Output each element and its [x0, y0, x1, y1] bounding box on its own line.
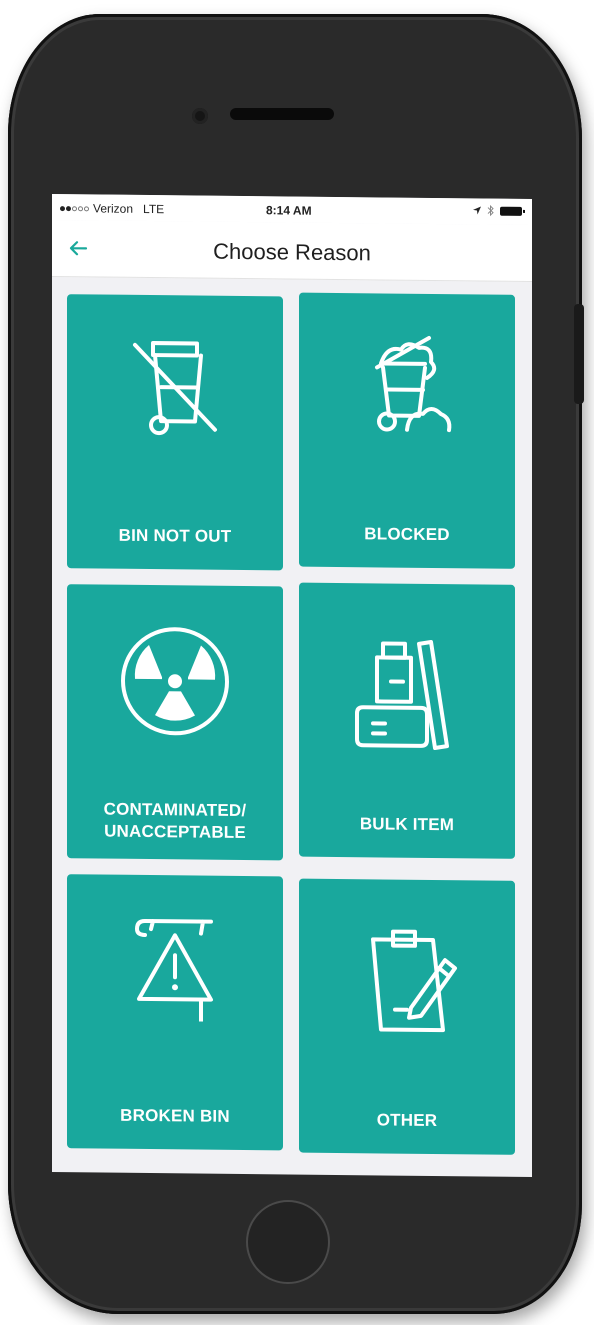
reason-tile-other[interactable]: OTHER	[299, 878, 515, 1155]
reason-tile-blocked[interactable]: BLOCKED	[299, 292, 515, 569]
reason-tile-broken-bin[interactable]: BROKEN BIN	[67, 874, 283, 1151]
blocked-bin-icon	[375, 335, 452, 433]
broken-bin-warning-icon	[135, 918, 213, 1022]
bluetooth-icon	[487, 204, 494, 217]
reason-label: BLOCKED	[364, 524, 450, 545]
battery-icon	[500, 206, 522, 216]
earpiece-speaker	[230, 108, 334, 120]
navigation-bar: Choose Reason	[52, 220, 532, 283]
reason-label: BIN NOT OUT	[118, 525, 232, 546]
reason-tile-bulk-item[interactable]: BULK ITEM	[299, 582, 515, 859]
reason-label: CONTAMINATED/ UNACCEPTABLE	[103, 799, 247, 843]
status-left: Verizon LTE	[60, 201, 164, 216]
power-button	[574, 304, 584, 404]
reason-label: OTHER	[376, 1110, 438, 1131]
reason-label: BULK ITEM	[359, 814, 455, 835]
location-arrow-icon	[473, 206, 481, 215]
bin-crossed-icon	[133, 341, 217, 436]
bulk-boxes-icon	[355, 639, 449, 751]
network-type: LTE	[143, 201, 165, 217]
reason-tile-contaminated[interactable]: CONTAMINATED/ UNACCEPTABLE	[67, 584, 283, 861]
reason-tile-bin-not-out[interactable]: BIN NOT OUT	[67, 294, 283, 571]
status-right	[472, 204, 522, 217]
reason-grid: BIN NOT OUT BLOCKED CONTAMINATED/ UNACCE…	[67, 292, 519, 1155]
clipboard-pencil-icon	[371, 929, 457, 1033]
app-screen: Verizon LTE 8:14 AM Choose Reason BIN NO…	[52, 194, 532, 1178]
signal-strength-icon	[60, 205, 89, 211]
radiation-icon	[121, 627, 229, 736]
reason-label: BROKEN BIN	[120, 1105, 230, 1126]
carrier-name: Verizon	[93, 201, 134, 216]
home-button	[246, 1200, 330, 1284]
device-mockup: Verizon LTE 8:14 AM Choose Reason BIN NO…	[0, 0, 594, 1325]
status-time: 8:14 AM	[266, 203, 312, 218]
page-title: Choose Reason	[213, 238, 371, 266]
phone-frame: Verizon LTE 8:14 AM Choose Reason BIN NO…	[8, 14, 584, 1314]
front-camera	[192, 108, 208, 124]
